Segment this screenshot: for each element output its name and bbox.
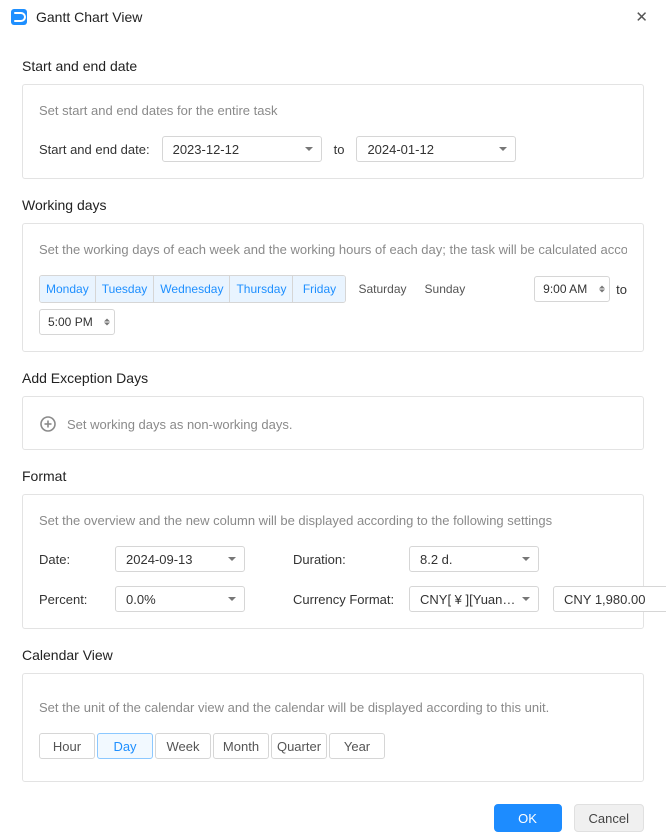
panel-format: Set the overview and the new column will… [22, 494, 644, 629]
plus-circle-icon [39, 415, 57, 433]
format-currency-label: Currency Format: [293, 592, 405, 607]
format-currency-type-dropdown[interactable]: CNY[ ¥ ][Yuan Ren... [409, 586, 539, 612]
weekday-group: Monday Tuesday Wednesday Thursday Friday [39, 275, 346, 303]
format-percent-value: 0.0% [126, 592, 156, 607]
format-desc: Set the overview and the new column will… [39, 513, 627, 528]
section-working-heading: Working days [22, 197, 644, 213]
format-currency-type-value: CNY[ ¥ ][Yuan Ren... [420, 592, 518, 607]
format-date-label: Date: [39, 552, 111, 567]
format-duration-dropdown[interactable]: 8.2 d. [409, 546, 539, 572]
day-friday[interactable]: Friday [293, 276, 345, 302]
end-date-value: 2024-01-12 [367, 142, 434, 157]
start-date-dropdown[interactable]: 2023-12-12 [162, 136, 322, 162]
working-to-label: to [616, 282, 627, 297]
work-end-time-value: 5:00 PM [48, 315, 93, 329]
work-start-time[interactable]: 9:00 AM [534, 276, 610, 302]
unit-year[interactable]: Year [329, 733, 385, 759]
day-sunday[interactable]: Sunday [419, 276, 472, 302]
add-exception-row[interactable]: Set working days as non-working days. [39, 415, 627, 433]
day-monday[interactable]: Monday [40, 276, 96, 302]
unit-day[interactable]: Day [97, 733, 153, 759]
day-thursday[interactable]: Thursday [230, 276, 293, 302]
panel-working: Set the working days of each week and th… [22, 223, 644, 352]
titlebar: Gantt Chart View ✕ [0, 0, 666, 32]
working-desc: Set the working days of each week and th… [39, 242, 627, 257]
format-percent-label: Percent: [39, 592, 111, 607]
panel-start-end: Set start and end dates for the entire t… [22, 84, 644, 179]
app-icon [10, 8, 28, 26]
work-end-time[interactable]: 5:00 PM [39, 309, 115, 335]
unit-hour[interactable]: Hour [39, 733, 95, 759]
exception-desc: Set working days as non-working days. [67, 417, 292, 432]
format-currency-value: CNY 1,980.00 [564, 592, 645, 607]
format-currency-value-dropdown[interactable]: CNY 1,980.00 [553, 586, 666, 612]
day-tuesday[interactable]: Tuesday [96, 276, 155, 302]
panel-exception: Set working days as non-working days. [22, 396, 644, 450]
format-duration-value: 8.2 d. [420, 552, 453, 567]
end-date-dropdown[interactable]: 2024-01-12 [356, 136, 516, 162]
stepper-icon[interactable] [599, 286, 605, 293]
work-start-time-value: 9:00 AM [543, 282, 587, 296]
format-date-dropdown[interactable]: 2024-09-13 [115, 546, 245, 572]
start-end-label: Start and end date: [39, 142, 150, 157]
format-percent-dropdown[interactable]: 0.0% [115, 586, 245, 612]
dialog-footer: OK Cancel [0, 782, 666, 832]
unit-week[interactable]: Week [155, 733, 211, 759]
day-saturday[interactable]: Saturday [352, 276, 412, 302]
format-duration-label: Duration: [293, 552, 405, 567]
section-start-end-heading: Start and end date [22, 58, 644, 74]
start-date-value: 2023-12-12 [173, 142, 240, 157]
section-format-heading: Format [22, 468, 644, 484]
cancel-button[interactable]: Cancel [574, 804, 644, 832]
calendar-desc: Set the unit of the calendar view and th… [39, 700, 627, 715]
day-wednesday[interactable]: Wednesday [154, 276, 230, 302]
unit-month[interactable]: Month [213, 733, 269, 759]
start-end-desc: Set start and end dates for the entire t… [39, 103, 627, 118]
ok-button[interactable]: OK [494, 804, 562, 832]
panel-calendar: Set the unit of the calendar view and th… [22, 673, 644, 782]
section-exception-heading: Add Exception Days [22, 370, 644, 386]
format-date-value: 2024-09-13 [126, 552, 193, 567]
stepper-icon[interactable] [104, 319, 110, 326]
section-calendar-heading: Calendar View [22, 647, 644, 663]
window-title: Gantt Chart View [36, 9, 629, 25]
unit-quarter[interactable]: Quarter [271, 733, 327, 759]
close-icon[interactable]: ✕ [629, 6, 654, 28]
dates-to-label: to [334, 142, 345, 157]
